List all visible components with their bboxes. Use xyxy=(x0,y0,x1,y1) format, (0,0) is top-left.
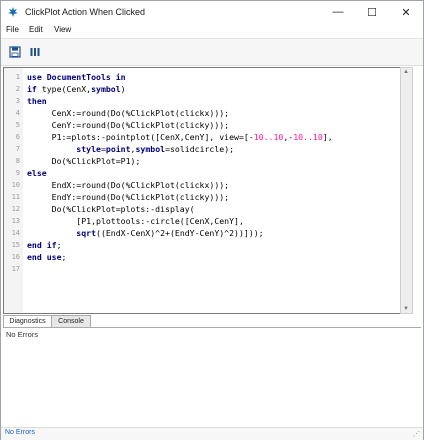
code-editor[interactable]: 1 use DocumentTools in 2 if type(CenX,symbo… xyxy=(3,67,402,314)
code-token: ; xyxy=(56,240,62,250)
tab-console[interactable]: Console xyxy=(51,315,91,327)
code-text: [P1,plottools:-circle([CenX,CenY], xyxy=(27,215,244,227)
line-number: 11 xyxy=(11,193,20,201)
code-text: style=point,symbol=solidcircle); xyxy=(27,143,234,155)
line-number: 6 xyxy=(15,133,20,141)
app-window: ClickPlot Action When Clicked — ☐ ✕ File… xyxy=(0,0,424,440)
code-token: Do(%ClickPlot=plots:-display( xyxy=(27,204,195,214)
line-number: 7 xyxy=(15,145,20,153)
maple-leaf-icon xyxy=(8,7,18,17)
range-token: 10..10 xyxy=(293,132,323,142)
minimize-button[interactable]: — xyxy=(321,1,355,23)
window-title: ClickPlot Action When Clicked xyxy=(25,7,146,17)
line-number: 9 xyxy=(15,169,20,177)
code-token: [P1,plottools:-circle([CenX,CenY], xyxy=(27,216,244,226)
keyword-token: use DocumentTools in xyxy=(27,72,126,82)
line-number: 13 xyxy=(11,217,20,225)
code-text: CenX:=round(Do(%ClickPlot(clickx))); xyxy=(27,107,229,119)
code-token: =solidcircle); xyxy=(165,144,235,154)
line-number: 3 xyxy=(15,97,20,105)
keyword-token: end use xyxy=(27,252,62,262)
status-bar: No Errors ⋰ xyxy=(1,427,423,440)
close-icon: ✕ xyxy=(401,6,411,19)
menu-edit[interactable]: Edit xyxy=(29,25,43,34)
line-number: 4 xyxy=(15,109,20,117)
keyword-token: symbol xyxy=(91,84,121,94)
resize-grip-icon[interactable]: ⋰ xyxy=(413,430,420,438)
line-number: 8 xyxy=(15,157,20,165)
minimize-icon: — xyxy=(332,6,344,18)
line-number: 17 xyxy=(11,265,20,273)
line-number: 1 xyxy=(15,73,20,81)
code-token: P1:=plots:-pointplot([CenX,CenY], view=[… xyxy=(27,132,254,142)
code-text: end use; xyxy=(27,251,66,263)
keyword-token: point xyxy=(105,144,131,154)
keyword-token: sqrt xyxy=(76,228,97,238)
code-token: ((EndX-CenX)^2+(EndY-CenY)^2))])); xyxy=(96,228,264,238)
code-token: type(CenX, xyxy=(41,84,92,94)
diagnostics-panel: No Errors xyxy=(3,328,421,424)
line-number: 16 xyxy=(11,253,20,261)
code-text: CenY:=round(Do(%ClickPlot(clicky))); xyxy=(27,119,229,131)
save-icon xyxy=(9,46,21,58)
line-number: 10 xyxy=(11,181,20,189)
diagnostics-text: No Errors xyxy=(6,330,39,339)
keyword-token: end if xyxy=(27,240,57,250)
keyword-token: then xyxy=(27,96,47,106)
code-text: P1:=plots:-pointplot([CenX,CenY], view=[… xyxy=(27,131,333,143)
code-token: CenX:=round(Do(%ClickPlot(clickx))); xyxy=(27,108,230,118)
line-number: 15 xyxy=(11,241,20,249)
menu-view[interactable]: View xyxy=(54,25,71,34)
line-number: 5 xyxy=(15,121,20,129)
code-text: if type(CenX,symbol) xyxy=(27,83,126,95)
range-token: 10..10 xyxy=(253,132,284,142)
code-text: Do(%ClickPlot=plots:-display( xyxy=(27,203,195,215)
keyword-token: else xyxy=(27,168,47,178)
scroll-up-icon[interactable]: ▲ xyxy=(403,69,409,75)
close-button[interactable]: ✕ xyxy=(389,1,423,23)
code-token: EndX:=round(Do(%ClickPlot(clickx))); xyxy=(27,180,230,190)
maximize-button[interactable]: ☐ xyxy=(355,1,389,23)
code-token: ,- xyxy=(283,132,294,142)
save-button[interactable] xyxy=(7,44,23,60)
scroll-down-icon[interactable]: ▼ xyxy=(403,306,409,312)
menu-bar: File Edit View xyxy=(1,23,423,37)
code-text: EndX:=round(Do(%ClickPlot(clickx))); xyxy=(27,179,229,191)
code-text: EndY:=round(Do(%ClickPlot(clicky))); xyxy=(27,191,229,203)
columns-icon xyxy=(30,48,40,56)
maximize-icon: ☐ xyxy=(367,6,377,19)
code-token: Do(%ClickPlot=P1); xyxy=(27,156,141,166)
line-number: 14 xyxy=(11,229,20,237)
status-text: No Errors xyxy=(5,429,35,436)
line-number: 12 xyxy=(11,205,20,213)
code-text: Do(%ClickPlot=P1); xyxy=(27,155,141,167)
menu-file[interactable]: File xyxy=(6,25,19,34)
code-text: then xyxy=(27,95,47,107)
editor-scrollbar[interactable]: ▲ ▼ xyxy=(400,67,413,314)
code-text: use DocumentTools in xyxy=(27,71,126,83)
bottom-tab-strip: Diagnostics Console xyxy=(3,315,421,328)
code-text: sqrt((EndX-CenX)^2+(EndY-CenY)^2))])); xyxy=(27,227,264,239)
keyword-token: symbol xyxy=(135,144,166,154)
code-text: end if; xyxy=(27,239,62,251)
code-token: CenY:=round(Do(%ClickPlot(clicky))); xyxy=(27,120,230,130)
toolbar xyxy=(1,38,423,66)
keyword-token: if xyxy=(27,84,42,94)
columns-button[interactable] xyxy=(27,44,43,60)
code-token: EndY:=round(Do(%ClickPlot(clicky))); xyxy=(27,192,230,202)
code-token: ; xyxy=(61,252,67,262)
tab-diagnostics[interactable]: Diagnostics xyxy=(3,315,52,327)
code-text: else xyxy=(27,167,47,179)
code-token: ) xyxy=(120,84,126,94)
keyword-token: style xyxy=(76,144,101,154)
title-bar: ClickPlot Action When Clicked — ☐ ✕ xyxy=(1,1,423,23)
code-token: ], xyxy=(322,132,333,142)
line-number: 2 xyxy=(15,85,20,93)
